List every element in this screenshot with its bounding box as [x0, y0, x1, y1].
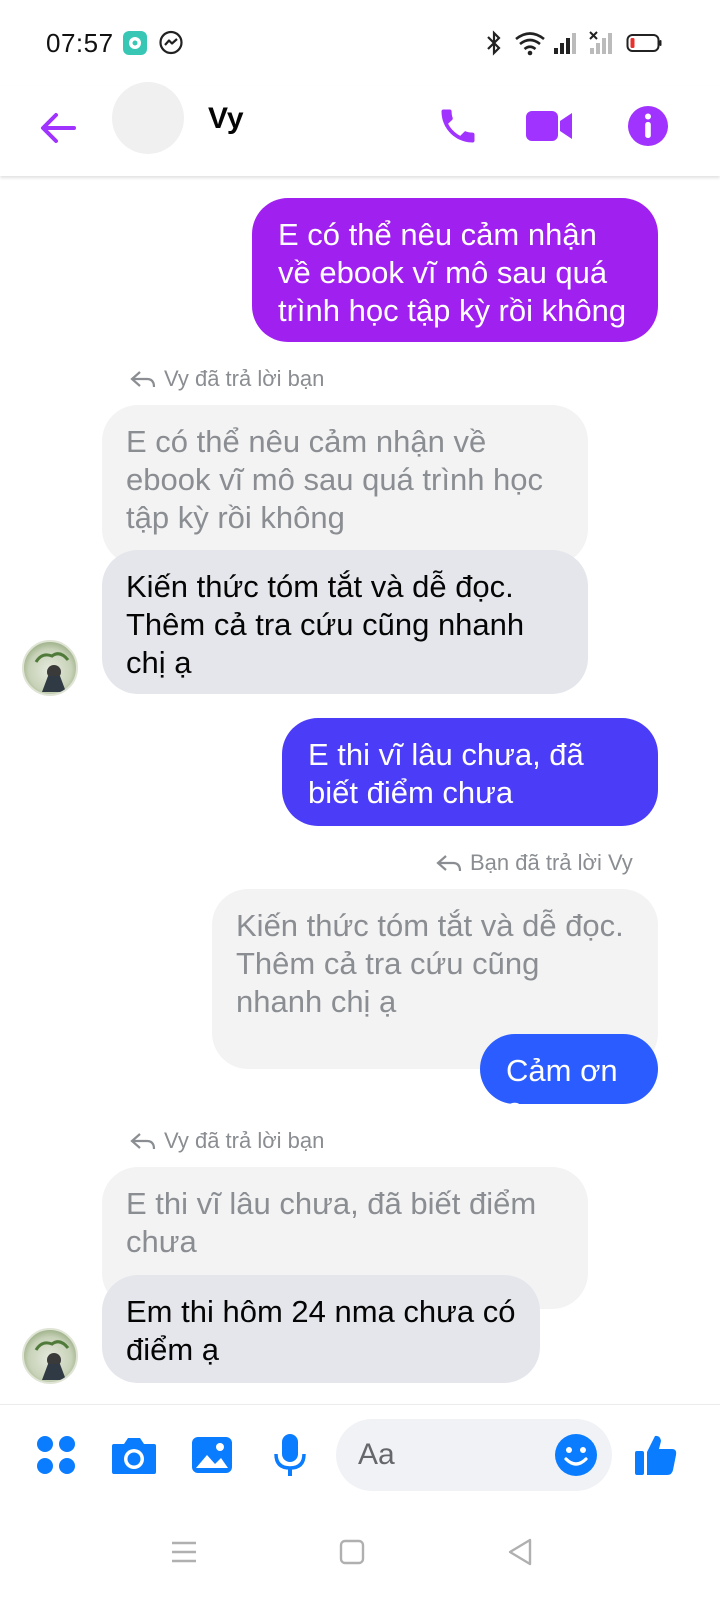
- incoming-message[interactable]: Kiến thức tóm tắt và dễ đọc. Thêm cả tra…: [102, 550, 588, 694]
- reply-arrow-icon: [130, 371, 156, 388]
- quoted-message[interactable]: E có thể nêu cảm nhận về ebook vĩ mô sau…: [102, 405, 588, 565]
- system-navigation-bar: [0, 1504, 720, 1600]
- reply-indicator: Vy đã trả lời bạn: [130, 366, 324, 392]
- image-icon: [192, 1437, 232, 1473]
- gallery-button[interactable]: [186, 1429, 238, 1481]
- back-nav-button[interactable]: [496, 1528, 544, 1576]
- home-button[interactable]: [328, 1528, 376, 1576]
- emoji-icon[interactable]: [552, 1431, 600, 1479]
- info-icon: [628, 106, 668, 146]
- message-input-container[interactable]: [336, 1419, 612, 1491]
- recent-apps-button[interactable]: [160, 1528, 208, 1576]
- message-composer: [0, 1404, 720, 1504]
- camera-button[interactable]: [108, 1429, 160, 1481]
- reply-note-text: Vy đã trả lời bạn: [164, 366, 325, 391]
- outgoing-message[interactable]: Cảm ơn e: [480, 1034, 658, 1126]
- microphone-icon: [274, 1434, 306, 1476]
- voice-message-button[interactable]: [264, 1429, 316, 1481]
- incoming-message[interactable]: Em thi hôm 24 nma chưa có điểm ạ: [102, 1275, 540, 1383]
- contact-avatar[interactable]: [112, 82, 184, 154]
- bluetooth-icon: [487, 30, 501, 56]
- sender-avatar[interactable]: [22, 640, 78, 696]
- video-camera-icon: [526, 111, 572, 141]
- chat-header: Vy: [0, 82, 720, 176]
- sender-avatar[interactable]: [22, 1328, 78, 1384]
- status-time: 07:57: [46, 28, 114, 58]
- message-input[interactable]: [358, 1437, 538, 1473]
- app-notification-icon: [123, 31, 147, 55]
- home-icon: [339, 1539, 365, 1565]
- voice-call-button[interactable]: [428, 96, 488, 156]
- phone-icon: [441, 109, 475, 143]
- messenger-icon: [159, 30, 183, 55]
- reply-arrow-icon: [436, 855, 462, 872]
- recent-apps-icon: [172, 1541, 196, 1563]
- status-bar: 07:57: [0, 0, 720, 86]
- wifi-icon: [515, 32, 545, 56]
- more-actions-button[interactable]: [30, 1429, 82, 1481]
- reply-note-text: Vy đã trả lời bạn: [164, 1128, 325, 1153]
- reply-arrow-icon: [130, 1133, 156, 1150]
- video-call-button[interactable]: [520, 96, 580, 156]
- info-button[interactable]: [618, 96, 678, 156]
- back-button[interactable]: [28, 98, 88, 158]
- back-icon: [508, 1538, 532, 1566]
- arrow-left-icon: [41, 113, 76, 143]
- reply-note-text: Bạn đã trả lời Vy: [470, 850, 633, 875]
- contact-name[interactable]: Vy: [208, 102, 244, 136]
- avatar-image: [34, 1340, 70, 1380]
- messenger-chat-screen: 07:57 Vy E có thể nêu cảm nhận về ebook …: [0, 0, 720, 1600]
- signal-no-service-icon: [589, 31, 612, 54]
- avatar-image: [34, 652, 70, 692]
- menu-dots-icon: [37, 1436, 75, 1474]
- like-icon: [635, 1435, 677, 1475]
- battery-low-icon: [626, 34, 662, 52]
- message-list[interactable]: E có thể nêu cảm nhận về ebook vĩ mô sau…: [0, 176, 720, 1404]
- camera-icon: [112, 1438, 156, 1474]
- signal-icon: [554, 33, 576, 54]
- outgoing-message[interactable]: E có thể nêu cảm nhận về ebook vĩ mô sau…: [252, 198, 658, 342]
- reply-indicator: Bạn đã trả lời Vy: [436, 850, 633, 876]
- reply-indicator: Vy đã trả lời bạn: [130, 1128, 324, 1154]
- outgoing-message[interactable]: E thi vĩ lâu chưa, đã biết điểm chưa: [282, 718, 658, 826]
- like-button[interactable]: [630, 1429, 682, 1481]
